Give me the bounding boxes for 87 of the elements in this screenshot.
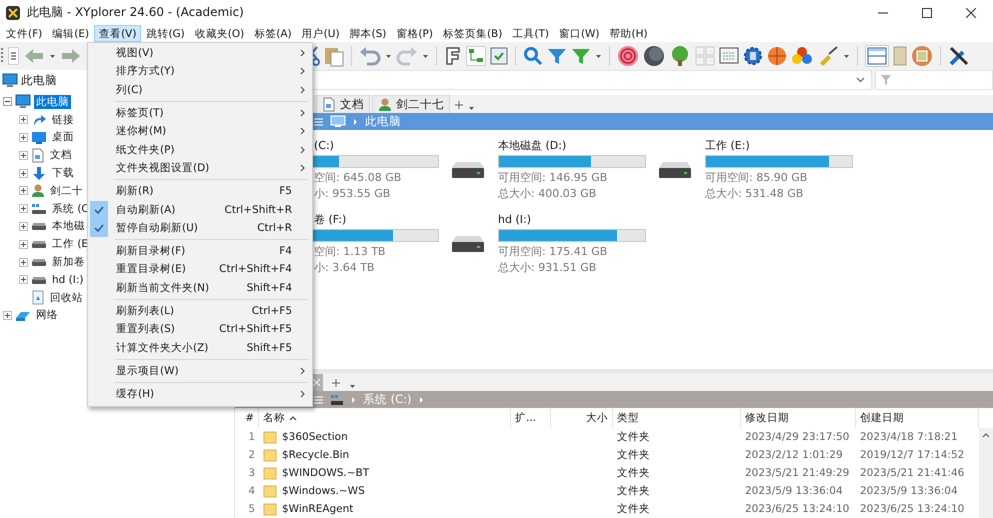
tree-item[interactable]: 桌面 <box>50 130 76 144</box>
modified-date: 2023/4/29 23:17:50 <box>745 431 850 443</box>
row-number: 2 <box>248 449 255 461</box>
menu-bar-item[interactable]: 工具(T) <box>507 25 554 42</box>
menu-bar-item[interactable]: 文件(F) <box>1 25 48 42</box>
created-date: 2019/12/7 17:14:52 <box>860 449 964 461</box>
menu-bar-item[interactable]: 窗口(W) <box>554 25 605 42</box>
modified-date: 2023/6/25 13:24:10 <box>745 503 850 515</box>
tree-item[interactable]: 文档 <box>48 148 74 162</box>
tree-item[interactable]: 工作 (E <box>50 237 90 252</box>
file-type: 文件夹 <box>617 448 650 462</box>
menu-bar-item[interactable]: 查看(V) <box>94 25 142 42</box>
drive-label[interactable]: hd (I:) <box>498 212 646 228</box>
tree-item[interactable]: 此电脑 <box>34 94 71 109</box>
menu-item[interactable]: 显示项目(W) <box>88 362 312 380</box>
modified-date: 2023/2/12 1:01:29 <box>745 449 843 461</box>
tree-item[interactable]: 网络 <box>34 308 60 322</box>
tree-item[interactable]: hd (I:) <box>50 274 86 286</box>
row-number: 4 <box>248 485 255 497</box>
menu-bar-item[interactable]: 编辑(E) <box>47 25 94 42</box>
menu-item[interactable]: 刷新当前文件夹(N) Shift+F4 <box>88 278 312 297</box>
modified-date: 2023/5/21 21:49:29 <box>745 467 850 479</box>
window-title: 此电脑 - XYplorer 24.60 - (Academic) <box>27 4 245 21</box>
menu-item[interactable]: 缓存(H) <box>88 385 312 404</box>
menu-bar-item[interactable]: 脚本(S) <box>344 25 392 42</box>
created-date: 2023/5/21 21:41:46 <box>860 467 964 479</box>
tree-header: 此电脑 <box>21 72 57 88</box>
menu-item[interactable]: 刷新列表(L) Ctrl+F5 <box>88 302 312 320</box>
total-size: 小: 3.64 TB <box>314 260 374 276</box>
free-space: 可用空间: 175.41 GB <box>498 244 608 260</box>
tree-item[interactable]: 下载 <box>50 166 76 180</box>
tree-item[interactable]: 链接 <box>50 112 76 127</box>
file-name[interactable]: $360Section <box>282 431 348 443</box>
drive-label[interactable]: 工作 (E:) <box>705 138 853 154</box>
menu-bar-item[interactable]: 收藏夹(O) <box>190 25 250 42</box>
total-size: 总大小: 931.51 GB <box>498 260 598 276</box>
total-size: 总大小: 400.03 GB <box>498 186 598 202</box>
menu-item[interactable]: 排序方式(Y) <box>88 62 312 81</box>
menu-item[interactable]: 视图(V) <box>88 44 312 62</box>
drive-label[interactable]: 本地磁盘 (D:) <box>498 138 646 154</box>
menu-item[interactable]: 刷新目录树(F) F4 <box>88 242 312 260</box>
menu-item[interactable]: 重置列表(S) Ctrl+Shift+F5 <box>88 320 312 338</box>
menu-item[interactable]: 计算文件夹大小(Z) Shift+F5 <box>88 338 312 357</box>
drive-label[interactable]: (C:) <box>314 138 334 154</box>
menu-bar-item[interactable]: 标签(A) <box>249 25 297 42</box>
menu-bar-item[interactable]: 跳转(G) <box>141 25 190 42</box>
created-date: 2023/5/9 13:36:04 <box>860 485 958 497</box>
tree-item[interactable]: 本地磁 <box>50 219 87 234</box>
file-type: 文件夹 <box>617 430 650 444</box>
file-name[interactable]: $WINDOWS.~BT <box>282 467 370 479</box>
file-name[interactable]: $WinREAgent <box>282 503 354 515</box>
tab[interactable]: 剑二十七 <box>372 95 450 113</box>
tab[interactable]: 文档 <box>316 95 370 113</box>
file-type: 文件夹 <box>617 502 650 516</box>
row-number: 3 <box>248 467 255 479</box>
created-date: 2023/4/18 7:18:21 <box>860 431 958 443</box>
file-type: 文件夹 <box>617 466 650 480</box>
tree-item[interactable]: 新加卷 <box>50 255 87 270</box>
menu-item[interactable]: 列(C) <box>88 80 312 99</box>
total-size: 总大小: 531.48 GB <box>705 186 804 202</box>
menu-item[interactable]: 自动刷新(A) Ctrl+Shift+R <box>88 200 312 219</box>
menu-item[interactable]: 重置目录树(E) Ctrl+Shift+F4 <box>88 260 312 279</box>
free-space: 空间: 645.08 GB <box>314 170 402 186</box>
menu-bar-item[interactable]: 窗格(P) <box>391 25 438 42</box>
free-space: 空间: 1.13 TB <box>314 244 386 260</box>
menu-item[interactable]: 迷你树(M) <box>88 122 312 140</box>
menu-bar-item[interactable]: 帮助(H) <box>604 25 653 42</box>
free-space: 可用空间: 146.95 GB <box>498 170 608 186</box>
created-date: 2023/6/25 13:24:10 <box>860 503 964 515</box>
drive-label[interactable]: 卷 (F:) <box>314 212 346 228</box>
menu-item[interactable]: 刷新(R) F5 <box>88 182 312 200</box>
free-space: 可用空间: 85.90 GB <box>705 170 808 186</box>
file-name[interactable]: $Windows.~WS <box>282 485 365 497</box>
menu-item[interactable]: 纸文件夹(P) <box>88 140 312 159</box>
menu-bar-item[interactable]: 用户(U) <box>296 25 345 42</box>
row-number: 1 <box>248 431 255 443</box>
tree-item[interactable]: 剑二十 <box>48 184 85 198</box>
tree-item[interactable]: 回收站 <box>48 290 85 305</box>
menu-bar-item[interactable]: 标签页集(B) <box>438 25 508 42</box>
menu-item[interactable]: 文件夹视图设置(D) <box>88 158 312 178</box>
file-name[interactable]: $Recycle.Bin <box>282 449 350 461</box>
menu-item[interactable]: 暂停自动刷新(U) Ctrl+R <box>88 218 312 237</box>
menu-item[interactable]: 标签页(T) <box>88 104 312 122</box>
modified-date: 2023/5/9 13:36:04 <box>745 485 843 497</box>
total-size: 小: 953.55 GB <box>314 186 390 202</box>
file-type: 文件夹 <box>617 484 650 498</box>
row-number: 5 <box>248 503 255 515</box>
